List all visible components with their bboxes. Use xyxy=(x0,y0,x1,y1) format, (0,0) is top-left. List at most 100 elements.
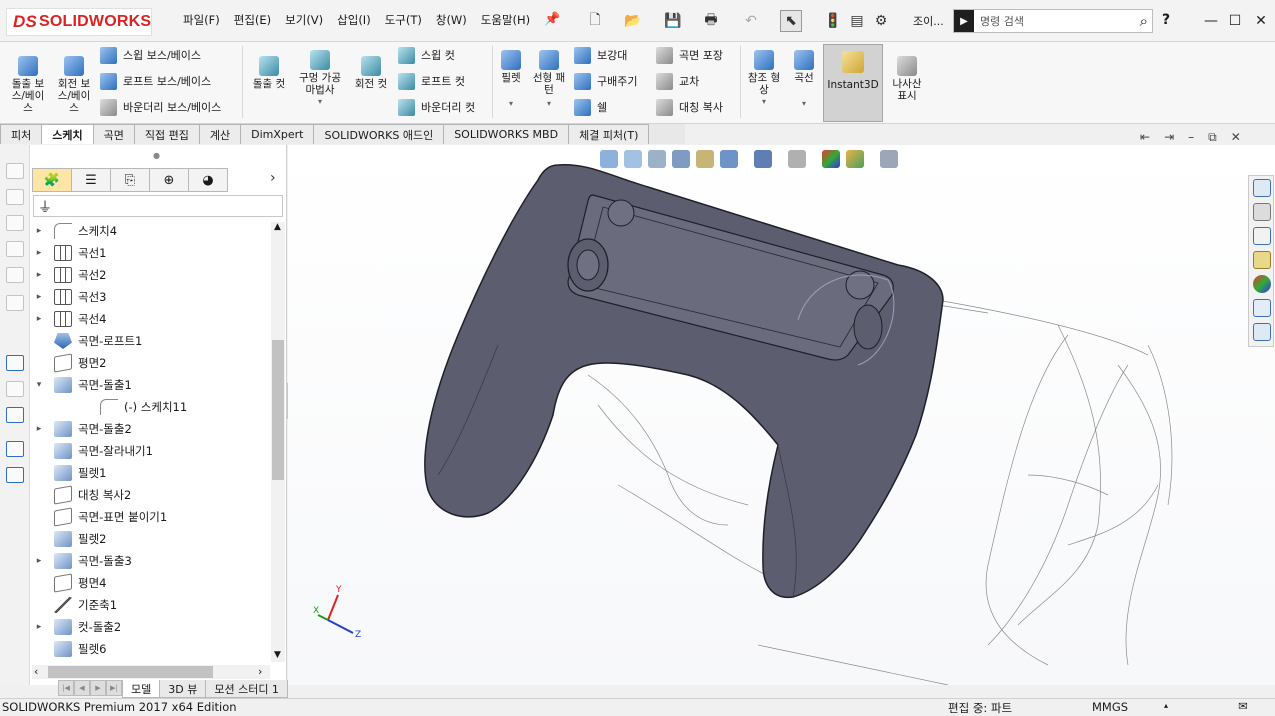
tree-item[interactable]: 평면4 xyxy=(32,572,106,594)
shell-button[interactable]: 쉘 xyxy=(574,96,637,118)
bottom-tab[interactable]: 모션 스터디 1 xyxy=(205,680,288,698)
menu-item[interactable]: 보기(V) xyxy=(278,12,330,28)
scroll-left-icon[interactable]: ‹ xyxy=(34,665,38,678)
tree-item[interactable]: ▸ 곡선1 xyxy=(32,242,106,264)
first-tab-icon[interactable]: |◀ xyxy=(58,680,74,696)
expand-arrow-icon[interactable]: ▸ xyxy=(32,292,46,302)
tree-item[interactable]: ▸ 곡선2 xyxy=(32,264,106,286)
forum-icon[interactable] xyxy=(1253,323,1271,341)
magnifier-icon[interactable]: ⌕ xyxy=(1140,12,1152,30)
loft-cut-button[interactable]: 로프트 컷 xyxy=(398,70,475,92)
feature-icon[interactable] xyxy=(6,241,24,257)
status-message-icon[interactable]: ✉ xyxy=(1238,699,1248,713)
traffic-light-icon[interactable]: 🚦 xyxy=(822,10,844,32)
viewport-close-icon[interactable]: ✕ xyxy=(1231,130,1241,145)
extruded-cut-button[interactable]: 돌출 컷 xyxy=(248,56,290,90)
options-gear-icon[interactable]: ⚙ xyxy=(870,10,892,32)
rib-button[interactable]: 보강대 xyxy=(574,44,637,66)
new-document-icon[interactable]: 🗋 xyxy=(584,10,606,32)
cosmetic-thread-button[interactable]: 나사산 표시 xyxy=(886,56,928,102)
save-icon[interactable]: 💾 xyxy=(662,10,684,32)
curves-dropdown-icon[interactable]: ▾ xyxy=(802,98,806,110)
next-tab-icon[interactable]: ▶ xyxy=(90,680,106,696)
previous-view-icon[interactable] xyxy=(648,150,666,168)
scroll-down-icon[interactable]: ▼ xyxy=(274,650,281,660)
tree-item[interactable]: ▾ 곡면-돌출1 xyxy=(32,374,132,396)
graphics-area[interactable]: Y Z X xyxy=(288,145,1275,686)
pin-icon[interactable]: 📌 xyxy=(544,12,560,27)
reference-dropdown-icon[interactable]: ▾ xyxy=(762,96,766,108)
reference-geometry-button[interactable]: 참조 형 상 ▾ xyxy=(744,50,784,108)
edit-appearance-icon[interactable] xyxy=(822,150,840,168)
scroll-up-icon[interactable]: ▲ xyxy=(274,222,281,232)
sweep-boss-button[interactable]: 스윕 보스/베이스 xyxy=(100,44,221,66)
bottom-tab[interactable]: 모델 xyxy=(122,680,161,698)
tree-item[interactable]: ▸ 컷-돌출2 xyxy=(32,616,121,638)
paste-icon[interactable] xyxy=(6,467,24,483)
close-window-icon[interactable]: ✕ xyxy=(1248,8,1274,34)
feature-icon[interactable] xyxy=(6,381,24,397)
fillet-dropdown-icon[interactable]: ▾ xyxy=(509,98,513,110)
zoom-to-area-icon[interactable] xyxy=(624,150,642,168)
revolved-cut-button[interactable]: 회전 컷 xyxy=(350,56,392,90)
print-icon[interactable]: 🖶 xyxy=(700,10,722,32)
expand-arrow-icon[interactable]: ▸ xyxy=(32,424,46,434)
copy-icon[interactable] xyxy=(6,441,24,457)
dynamic-annotation-icon[interactable] xyxy=(696,150,714,168)
user-label[interactable]: 조이... xyxy=(913,13,944,29)
command-tab[interactable]: 스케치 xyxy=(41,124,94,144)
tree-filter[interactable]: ⏚ xyxy=(33,195,283,217)
search-input[interactable]: 명령 검색 xyxy=(974,13,1140,29)
vertical-scroll-thumb[interactable] xyxy=(272,340,284,480)
undo-icon[interactable]: ↶ xyxy=(740,10,762,32)
design-library-icon[interactable] xyxy=(1253,203,1271,221)
feature-icon[interactable] xyxy=(6,295,24,311)
restore-icon[interactable]: ☐ xyxy=(1222,8,1248,34)
tree-item[interactable]: 곡면-잘라내기1 xyxy=(32,440,153,462)
chevron-right-icon[interactable]: › xyxy=(270,170,276,186)
apply-scene-icon[interactable] xyxy=(846,150,864,168)
tree-item[interactable]: 필렛2 xyxy=(32,528,106,550)
tree-item[interactable]: ▸ 곡면-돌출2 xyxy=(32,418,132,440)
hide-show-items-icon[interactable] xyxy=(788,150,806,168)
configuration-manager-tab-icon[interactable]: ⎘ xyxy=(110,168,150,192)
menu-item[interactable]: 삽입(I) xyxy=(330,12,378,28)
tree-item[interactable]: 곡면-표면 붙이기1 xyxy=(32,506,167,528)
tree-item[interactable]: 곡면-로프트1 xyxy=(32,330,142,352)
hole-wizard-button[interactable]: 구멍 가공 마법사 ▾ xyxy=(294,50,346,108)
pattern-dropdown-icon[interactable]: ▾ xyxy=(547,98,551,110)
menu-item[interactable]: 창(W) xyxy=(429,12,474,28)
view-settings-icon[interactable] xyxy=(880,150,898,168)
select-arrow-icon[interactable]: ⬉ xyxy=(780,10,802,32)
loft-boss-button[interactable]: 로프트 보스/베이스 xyxy=(100,70,221,92)
tree-item[interactable]: 평면2 xyxy=(32,352,106,374)
selection-filter-icon[interactable] xyxy=(6,355,24,371)
command-tab[interactable]: DimXpert xyxy=(240,124,315,144)
tree-item[interactable]: (-) 스케치11 xyxy=(78,396,187,418)
tree-item[interactable]: 대칭 복사2 xyxy=(32,484,131,506)
feature-icon[interactable] xyxy=(6,267,24,283)
viewport-forward-icon[interactable]: ⇥ xyxy=(1164,130,1174,145)
linear-pattern-button[interactable]: 선형 패 턴 ▾ xyxy=(530,50,568,110)
tree-item[interactable]: ▸ 곡선3 xyxy=(32,286,106,308)
prev-tab-icon[interactable]: ◀ xyxy=(74,680,90,696)
boundary-boss-button[interactable]: 바운더리 보스/베이스 xyxy=(100,96,221,118)
panel-grip-icon[interactable]: ● xyxy=(153,151,160,160)
sweep-cut-button[interactable]: 스윕 컷 xyxy=(398,44,475,66)
instant3d-button[interactable]: Instant3D xyxy=(823,44,883,122)
property-manager-tab-icon[interactable]: ☰ xyxy=(71,168,111,192)
help-icon[interactable]: ? xyxy=(1162,12,1170,28)
command-tab[interactable]: 피처 xyxy=(0,124,43,144)
mirror-button[interactable]: 대칭 복사 xyxy=(656,96,723,118)
command-tab[interactable]: 체결 피처(T) xyxy=(568,124,650,144)
revolved-boss-button[interactable]: 회전 보 스/베이 스 xyxy=(52,56,96,114)
menu-item[interactable]: 편집(E) xyxy=(227,12,278,28)
intersect-button[interactable]: 교차 xyxy=(656,70,723,92)
collapse-arrow-icon[interactable]: ▾ xyxy=(32,380,46,390)
units-dropdown-icon[interactable]: ▴ xyxy=(1164,701,1168,710)
feature-icon[interactable] xyxy=(6,189,24,205)
appearances-icon[interactable] xyxy=(1253,275,1271,293)
view-orientation-icon[interactable] xyxy=(720,150,738,168)
display-style-icon[interactable] xyxy=(754,150,772,168)
viewport-restore-icon[interactable]: ⧉ xyxy=(1208,130,1217,145)
